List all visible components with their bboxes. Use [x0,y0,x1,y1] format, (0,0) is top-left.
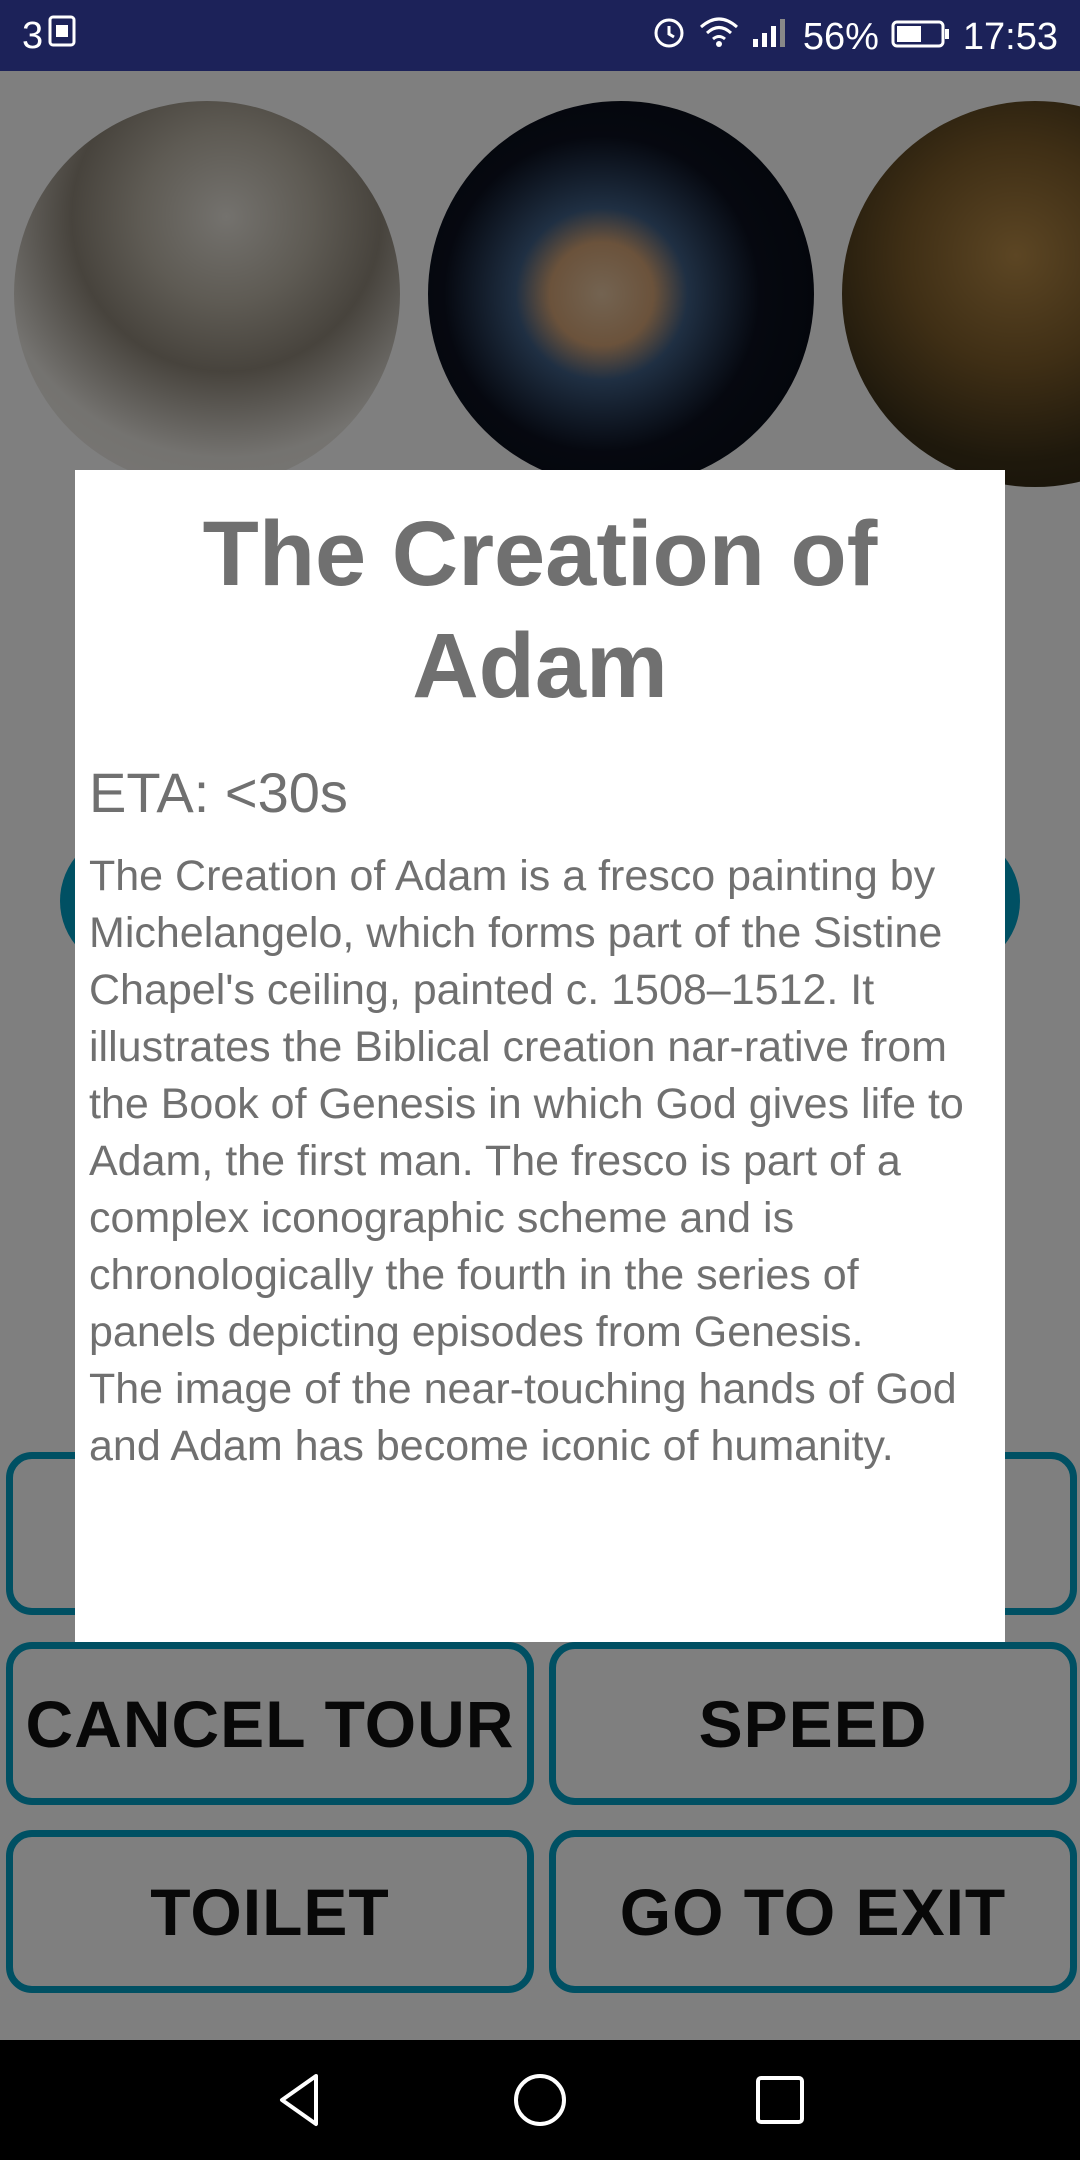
dialog-title: The Creation of Adam [202,503,878,717]
notification-count: 3 [22,14,44,57]
dialog-description: The Creation of Adam is a fresco paintin… [89,852,964,1470]
artwork-info-dialog: The Creation of Adam ETA: <30s The Creat… [75,470,1005,1642]
back-icon[interactable] [270,2070,330,2130]
alarm-icon [651,14,687,60]
status-right: 56% 17:53 [651,14,1058,60]
recents-icon[interactable] [750,2070,810,2130]
status-left: 3 [22,14,77,58]
wifi-icon [699,15,739,59]
sim-card-icon [47,14,77,58]
dialog-eta: ETA: <30s [89,761,348,824]
battery-icon [891,16,951,59]
battery-percent: 56% [802,15,879,58]
screen: 3 56% 17:53 CA [0,0,1080,2160]
navigation-bar [0,2040,1080,2160]
signal-icon [751,15,791,59]
home-icon[interactable] [510,2070,570,2130]
status-bar: 3 56% 17:53 [0,0,1080,71]
clock-time: 17:53 [962,15,1058,58]
